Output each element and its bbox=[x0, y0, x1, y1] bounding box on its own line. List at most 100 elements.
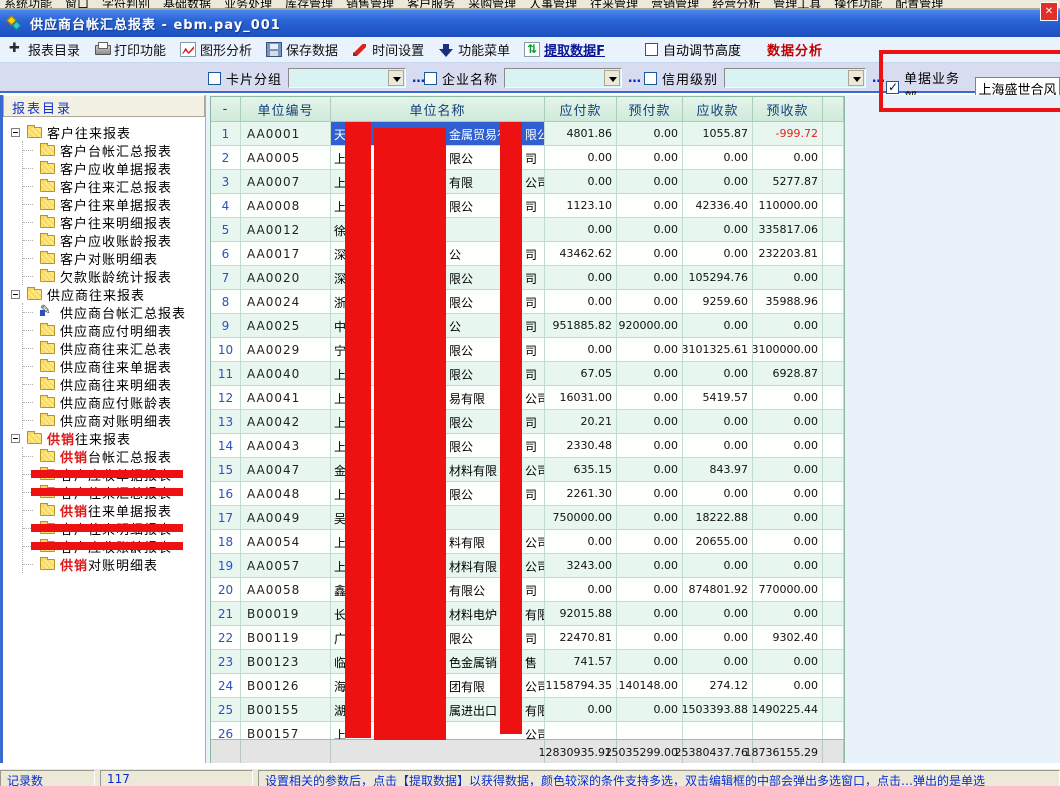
unit-id-cell[interactable]: B00157 bbox=[241, 722, 331, 739]
tree-root-item[interactable]: 供应商往来报表 bbox=[9, 285, 205, 303]
row-number-cell[interactable]: 7 bbox=[211, 266, 241, 290]
row-number-cell[interactable]: 15 bbox=[211, 458, 241, 482]
amount-cell[interactable]: 42336.40 bbox=[683, 194, 753, 218]
amount-cell[interactable]: 67.05 bbox=[545, 362, 617, 386]
row-number-cell[interactable]: 9 bbox=[211, 314, 241, 338]
amount-cell[interactable]: 0.00 bbox=[683, 242, 753, 266]
amount-cell[interactable]: 0.00 bbox=[683, 602, 753, 626]
amount-cell[interactable]: 0.00 bbox=[617, 602, 683, 626]
tree-item[interactable]: 客户应收单据报表 bbox=[23, 159, 205, 177]
row-number-cell[interactable]: 12 bbox=[211, 386, 241, 410]
amount-cell[interactable]: 0.00 bbox=[683, 650, 753, 674]
credit-checkbox[interactable] bbox=[644, 72, 657, 85]
chevron-down-icon[interactable] bbox=[388, 70, 404, 86]
amount-cell[interactable]: 0.00 bbox=[753, 674, 823, 698]
amount-cell[interactable]: 0.00 bbox=[617, 338, 683, 362]
row-number-cell[interactable]: 5 bbox=[211, 218, 241, 242]
amount-cell[interactable]: 0.00 bbox=[617, 266, 683, 290]
amount-cell[interactable]: 0.00 bbox=[683, 626, 753, 650]
row-number-cell[interactable]: 16 bbox=[211, 482, 241, 506]
unit-id-cell[interactable]: AA0057 bbox=[241, 554, 331, 578]
amount-cell[interactable]: 0.00 bbox=[545, 578, 617, 602]
tree-root-item[interactable]: 供销往来报表 bbox=[9, 429, 205, 447]
amount-cell[interactable]: 2330.48 bbox=[545, 434, 617, 458]
row-number-cell[interactable]: 1 bbox=[211, 122, 241, 146]
unit-id-cell[interactable]: AA0024 bbox=[241, 290, 331, 314]
unit-id-cell[interactable]: B00123 bbox=[241, 650, 331, 674]
amount-cell[interactable]: 0.00 bbox=[545, 170, 617, 194]
amount-cell[interactable]: 0.00 bbox=[617, 170, 683, 194]
amount-cell[interactable]: 0.00 bbox=[753, 266, 823, 290]
amount-cell[interactable]: 1503393.88 bbox=[683, 698, 753, 722]
amount-cell[interactable]: 0.00 bbox=[617, 482, 683, 506]
row-number-cell[interactable]: 3 bbox=[211, 170, 241, 194]
amount-cell[interactable]: 0.00 bbox=[617, 434, 683, 458]
amount-cell[interactable]: -999.72 bbox=[753, 122, 823, 146]
amount-cell[interactable]: 5419.57 bbox=[683, 386, 753, 410]
tree-item[interactable]: 供应商往来明细表 bbox=[23, 375, 205, 393]
amount-cell[interactable]: 843.97 bbox=[683, 458, 753, 482]
amount-cell[interactable]: 0.00 bbox=[617, 290, 683, 314]
unit-id-cell[interactable]: AA0041 bbox=[241, 386, 331, 410]
amount-cell[interactable]: 0.00 bbox=[617, 554, 683, 578]
amount-cell[interactable]: 1490225.44 bbox=[753, 698, 823, 722]
amount-cell[interactable]: 0.00 bbox=[545, 146, 617, 170]
row-number-cell[interactable]: 8 bbox=[211, 290, 241, 314]
amount-cell[interactable]: 0.00 bbox=[617, 146, 683, 170]
amount-cell[interactable]: 0.00 bbox=[753, 602, 823, 626]
data-analysis-button[interactable]: 数据分析 bbox=[767, 40, 823, 59]
amount-cell[interactable]: 9302.40 bbox=[753, 626, 823, 650]
unit-id-cell[interactable]: AA0017 bbox=[241, 242, 331, 266]
unit-id-cell[interactable]: AA0005 bbox=[241, 146, 331, 170]
row-number-cell[interactable]: 13 bbox=[211, 410, 241, 434]
card-group-checkbox[interactable] bbox=[208, 72, 221, 85]
tree-expander-icon[interactable] bbox=[11, 434, 20, 443]
amount-cell[interactable]: 0.00 bbox=[753, 314, 823, 338]
row-number-cell[interactable]: 11 bbox=[211, 362, 241, 386]
tree-item[interactable]: 供销台帐汇总报表 bbox=[23, 447, 205, 465]
amount-cell[interactable]: 35988.96 bbox=[753, 290, 823, 314]
tree-item[interactable]: 供应商往来汇总表 bbox=[23, 339, 205, 357]
chevron-down-icon[interactable] bbox=[604, 70, 620, 86]
row-number-cell[interactable]: 14 bbox=[211, 434, 241, 458]
amount-cell[interactable]: 4801.86 bbox=[545, 122, 617, 146]
tree-item[interactable]: 供销对账明细表 bbox=[23, 555, 205, 573]
toolbar-button-报表目录[interactable]: 报表目录 bbox=[8, 40, 80, 59]
row-number-cell[interactable]: 25 bbox=[211, 698, 241, 722]
amount-cell[interactable]: 0.00 bbox=[617, 410, 683, 434]
tree-item[interactable]: 客户往来明细报表 bbox=[23, 519, 205, 537]
close-button[interactable]: ✕ bbox=[1040, 2, 1058, 21]
amount-cell[interactable]: 0.00 bbox=[617, 218, 683, 242]
unit-id-cell[interactable]: B00155 bbox=[241, 698, 331, 722]
row-number-cell[interactable]: 2 bbox=[211, 146, 241, 170]
row-number-cell[interactable]: 22 bbox=[211, 626, 241, 650]
amount-cell[interactable]: 0.00 bbox=[617, 386, 683, 410]
unit-id-cell[interactable]: AA0008 bbox=[241, 194, 331, 218]
amount-cell[interactable]: 0.00 bbox=[683, 314, 753, 338]
amount-cell[interactable]: 874801.92 bbox=[683, 578, 753, 602]
toolbar-button-保存数据[interactable]: 保存数据 bbox=[266, 40, 338, 59]
tree-item[interactable]: 供应商台帐汇总报表 bbox=[23, 303, 205, 321]
amount-cell[interactable]: 1140148.00 bbox=[617, 674, 683, 698]
amount-cell[interactable]: 0.00 bbox=[617, 626, 683, 650]
enterprise-dropdown[interactable] bbox=[504, 68, 622, 88]
amount-cell[interactable]: 0.00 bbox=[617, 530, 683, 554]
column-header[interactable] bbox=[823, 97, 844, 122]
row-number-cell[interactable]: 10 bbox=[211, 338, 241, 362]
enterprise-checkbox[interactable] bbox=[424, 72, 437, 85]
menu-item[interactable]: 经营分析 bbox=[712, 0, 760, 9]
unit-id-cell[interactable]: AA0007 bbox=[241, 170, 331, 194]
amount-cell[interactable]: 0.00 bbox=[683, 434, 753, 458]
amount-cell[interactable]: 0.00 bbox=[545, 338, 617, 362]
amount-cell[interactable]: 0.00 bbox=[617, 362, 683, 386]
unit-id-cell[interactable]: AA0049 bbox=[241, 506, 331, 530]
amount-cell[interactable]: 0.00 bbox=[617, 194, 683, 218]
tree-expander-icon[interactable] bbox=[11, 128, 20, 137]
amount-cell[interactable]: 18222.88 bbox=[683, 506, 753, 530]
amount-cell[interactable] bbox=[683, 722, 753, 739]
amount-cell[interactable]: 3243.00 bbox=[545, 554, 617, 578]
amount-cell[interactable]: 0.00 bbox=[683, 362, 753, 386]
amount-cell[interactable]: 0.00 bbox=[683, 410, 753, 434]
amount-cell[interactable]: 0.00 bbox=[617, 698, 683, 722]
amount-cell[interactable]: 0.00 bbox=[753, 146, 823, 170]
